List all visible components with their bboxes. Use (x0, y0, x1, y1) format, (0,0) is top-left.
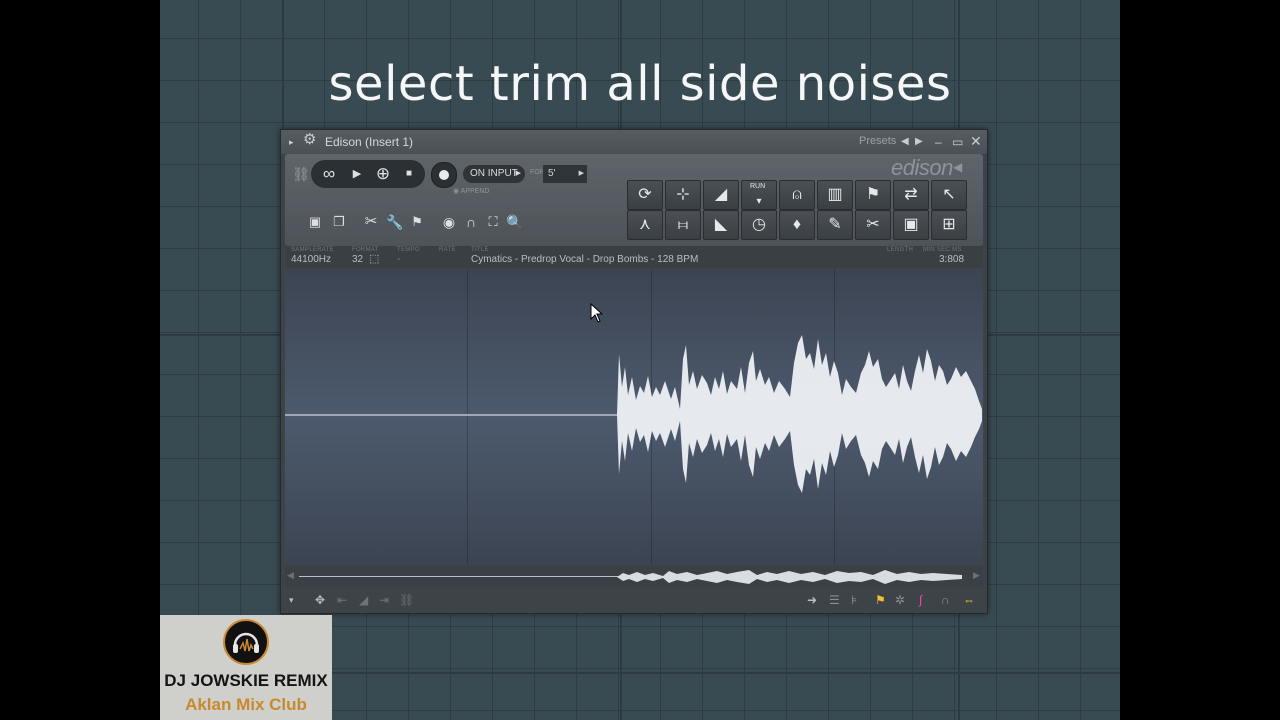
record-button[interactable] (431, 162, 457, 188)
title-value[interactable]: Cymatics - Predrop Vocal - Drop Bombs - … (471, 254, 698, 265)
sample-info-bar: SAMPLERATE FORMAT TEMPO RATE TITLE LENGT… (285, 246, 983, 268)
reverse-button[interactable]: ⟳ (627, 180, 663, 210)
wrench-icon[interactable]: 🔧 (383, 210, 407, 234)
window-title: Edison (Insert 1) (325, 135, 414, 149)
watermark-line1: DJ JOWSKIE REMIX (164, 671, 328, 690)
append-toggle[interactable]: ◉ APPEND (453, 187, 489, 195)
bottom-toolbar: ▾ ✥ ⇤ ◢ ⇥ ⛓ ➜ ☰ ⊧ ⚑ ✲ ∫ ∩ ⇔ (285, 590, 983, 610)
rate-label: RATE (439, 247, 456, 253)
normalize-button[interactable]: ⊹ (665, 180, 701, 210)
marker-icon[interactable]: ⚑ (405, 210, 429, 234)
move-icon[interactable]: ✥ (315, 592, 325, 608)
title-label: TITLE (471, 247, 489, 253)
yellow-marker-icon[interactable]: ⚑ (875, 592, 886, 608)
watermark-logo: DJ JOWSKIE REMIX Aklan Mix Club (160, 615, 332, 720)
headphone-icon[interactable]: ∩ (941, 592, 950, 608)
for-duration-field[interactable]: 5' ▶ (543, 165, 587, 183)
list-icon[interactable]: ☰ (829, 592, 840, 608)
chevron-right-icon: ▶ (515, 170, 521, 177)
magnet-icon[interactable]: ∩ (459, 210, 483, 234)
overview-scrollbar[interactable]: ◀ ▶ (285, 566, 983, 588)
scroll-left-icon[interactable]: ◀ (287, 570, 294, 581)
caption-text: select trim all side noises (328, 56, 952, 112)
copy-icon[interactable]: ❐ (327, 210, 351, 234)
scrub-button[interactable]: ⊕ (371, 162, 395, 186)
collapse-arrow-icon[interactable]: ▸ (289, 134, 294, 150)
preset-next-icon[interactable]: ▶ (915, 134, 923, 150)
tempo-value[interactable]: - (397, 254, 400, 265)
edison-window: ▸ ⚙ Edison (Insert 1) Presets ◀ ▶ – ▭ ✕ … (280, 129, 988, 614)
gear-icon[interactable]: ⚙ (303, 132, 316, 148)
window-titlebar[interactable]: ▸ ⚙ Edison (Insert 1) Presets ◀ ▶ – ▭ ✕ (281, 130, 987, 154)
samplerate-value[interactable]: 44100Hz (291, 254, 331, 265)
input-mode-value: ON INPUT (470, 168, 518, 179)
tempo-label: TEMPO (397, 247, 420, 253)
fit-icon[interactable]: ⛶ (481, 210, 505, 234)
for-duration-value: 5' (548, 168, 556, 179)
close-icon[interactable]: ✕ (970, 133, 982, 149)
menu-arrow-icon[interactable]: ▾ (289, 592, 294, 608)
scroll-right-icon[interactable]: ▶ (973, 570, 980, 581)
tree-icon[interactable]: ⊧ (851, 592, 857, 608)
select-tool-button[interactable]: ↖ (931, 180, 967, 210)
declick-button[interactable]: ⍝ (779, 180, 815, 210)
add-marker-button[interactable]: ⚑ (855, 180, 891, 210)
overview-waveform (617, 570, 962, 584)
eye-icon[interactable]: ◉ (437, 210, 461, 234)
shift-right-icon[interactable]: ⇥ (379, 592, 389, 608)
play-button[interactable]: ▶ (345, 162, 369, 186)
loop-region-button[interactable]: ⇄ (893, 180, 929, 210)
headphone-logo-icon (223, 619, 269, 665)
format-value[interactable]: 32 (352, 254, 363, 265)
pitch-button[interactable]: ⋏ (627, 210, 663, 240)
spectrum-button[interactable]: ▥ (817, 180, 853, 210)
trim-button[interactable]: ⧦ (665, 210, 701, 240)
edison-toolbar: ⛓ ∞ ▶ ⊕ ■ ON INPUT ▶ FOR 5' ▶ ◉ APPEND edi… (285, 154, 983, 246)
append-label: APPEND (460, 188, 490, 195)
save-sample-button[interactable]: ▣ (893, 210, 929, 240)
send-arrow-icon[interactable]: ➜ (807, 592, 817, 608)
run-button[interactable]: RUN ▾ (741, 180, 777, 210)
link-icon[interactable]: ⛓ (289, 162, 313, 186)
fade-in-button[interactable]: ◢ (703, 180, 739, 210)
fade-out-button[interactable]: ◣ (703, 210, 739, 240)
samplerate-label: SAMPLERATE (291, 247, 334, 253)
scissors-icon[interactable]: ✂ (359, 210, 383, 234)
mouse-cursor-icon (590, 303, 604, 323)
speaker-icon: ◀ (953, 160, 963, 174)
length-value: 3:808 (939, 254, 965, 265)
format-icon[interactable]: ⬚ (369, 252, 379, 265)
length-label: LENGTH (887, 247, 914, 253)
zoom-icon[interactable]: 🔍 (503, 210, 527, 234)
minsecms-label: MIN:SEC:MS (923, 247, 962, 253)
watermark-line2: Aklan Mix Club (185, 695, 307, 714)
waveform-graphic (285, 335, 982, 493)
slice-button[interactable]: ✂ (855, 210, 891, 240)
maximize-icon[interactable]: ▭ (952, 134, 963, 150)
ramp-icon[interactable]: ◢ (359, 592, 368, 608)
stop-button[interactable]: ■ (397, 162, 421, 186)
link-small-icon[interactable]: ⛓ (399, 592, 414, 608)
chevron-right-icon: ▶ (578, 170, 584, 177)
save-icon[interactable]: ▣ (303, 210, 327, 234)
overview-silence-line (299, 576, 619, 577)
snowflake-icon[interactable]: ✲ (895, 592, 905, 608)
shift-left-icon[interactable]: ⇤ (337, 592, 347, 608)
draw-button[interactable]: ✎ (817, 210, 853, 240)
input-mode-select[interactable]: ON INPUT ▶ (463, 165, 525, 183)
envelope-icon[interactable]: ∫ (919, 592, 922, 608)
waveform-view[interactable] (285, 269, 983, 564)
denoise-button[interactable]: ♦ (779, 210, 815, 240)
minimize-icon[interactable]: – (935, 134, 942, 150)
drag-out-button[interactable]: ⊞ (931, 210, 967, 240)
edison-logo: edison (891, 155, 953, 180)
loop-button[interactable]: ∞ (317, 162, 341, 186)
preset-prev-icon[interactable]: ◀ (901, 134, 909, 150)
presets-label[interactable]: Presets (859, 135, 896, 147)
time-stretch-button[interactable]: ◷ (741, 210, 777, 240)
stretch-arrows-icon[interactable]: ⇔ (963, 592, 975, 608)
run-label: RUN (750, 183, 766, 190)
